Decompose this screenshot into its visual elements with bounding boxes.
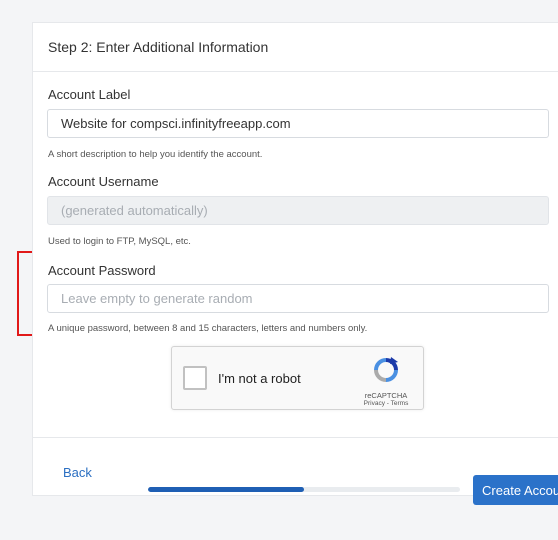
account-label-input[interactable] [47, 109, 549, 138]
account-label-label: Account Label [48, 87, 131, 102]
account-password-input[interactable] [47, 284, 549, 313]
recaptcha-logo: reCAPTCHA Privacy - Terms [358, 355, 414, 407]
create-account-card: Step 2: Enter Additional Information Acc… [32, 22, 558, 505]
progress-bar [148, 487, 460, 492]
recaptcha-checkbox[interactable] [183, 366, 207, 390]
account-username-label: Account Username [48, 174, 159, 189]
account-username-help: Used to login to FTP, MySQL, etc. [48, 236, 191, 247]
progress-bar-fill [148, 487, 304, 492]
account-label-help: A short description to help you identify… [48, 149, 263, 160]
recaptcha-privacy-terms[interactable]: Privacy - Terms [358, 400, 414, 407]
recaptcha-label: I'm not a robot [218, 371, 301, 386]
account-password-help: A unique password, between 8 and 15 char… [48, 323, 368, 334]
step-title: Step 2: Enter Additional Information [33, 23, 558, 72]
account-username-input [47, 196, 549, 225]
account-password-label: Account Password [48, 263, 156, 278]
recaptcha-widget: I'm not a robot reCAPTCHA Privacy - Term… [171, 346, 424, 410]
back-link[interactable]: Back [63, 465, 92, 480]
recaptcha-icon [374, 357, 398, 382]
create-account-button[interactable]: Create Account [473, 475, 558, 505]
recaptcha-brand: reCAPTCHA [364, 391, 408, 400]
footer-divider [33, 437, 558, 438]
